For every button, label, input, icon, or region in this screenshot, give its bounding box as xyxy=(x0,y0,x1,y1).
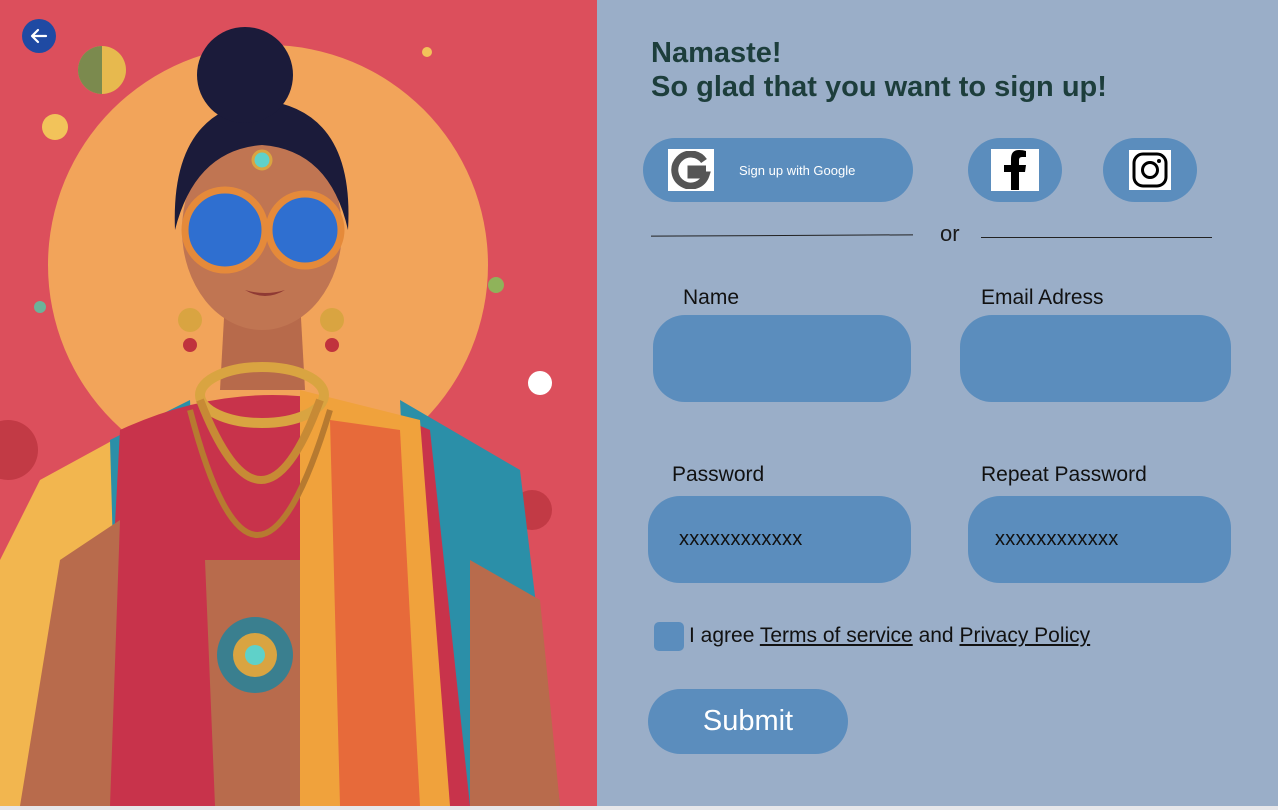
google-icon xyxy=(668,149,714,191)
password-input[interactable] xyxy=(648,496,911,583)
submit-button[interactable]: Submit xyxy=(648,689,848,754)
instagram-signup-button[interactable] xyxy=(1103,138,1197,202)
email-input[interactable] xyxy=(960,315,1231,402)
divider-line-right xyxy=(981,237,1212,238)
name-input[interactable] xyxy=(653,315,911,402)
name-label: Name xyxy=(683,286,740,309)
signup-panel: Namaste! So glad that you want to sign u… xyxy=(597,0,1278,806)
divider-line-left xyxy=(650,234,914,237)
greeting-heading: Namaste! So glad that you want to sign u… xyxy=(651,36,1107,104)
agree-checkbox[interactable] xyxy=(654,622,684,651)
repeat-password-input[interactable] xyxy=(968,496,1231,583)
privacy-policy-link[interactable]: Privacy Policy xyxy=(959,624,1090,647)
hero-illustration xyxy=(0,0,597,806)
password-label: Password xyxy=(672,463,765,486)
facebook-icon xyxy=(991,149,1039,191)
instagram-icon xyxy=(1129,150,1171,190)
greeting-line-1: Namaste! xyxy=(651,37,782,69)
google-signup-label: Sign up with Google xyxy=(739,162,856,178)
agreement-prefix: I agree xyxy=(689,624,755,647)
agreement-middle: and xyxy=(918,624,954,647)
terms-of-service-link[interactable]: Terms of service xyxy=(760,624,913,647)
email-label: Email Adress xyxy=(981,286,1104,309)
divider-or: or xyxy=(940,221,960,246)
facebook-signup-button[interactable] xyxy=(968,138,1062,202)
woman-illustration xyxy=(0,0,597,806)
greeting-line-2: So glad that you want to sign up! xyxy=(651,71,1107,103)
back-button[interactable] xyxy=(22,19,56,53)
arrow-left-icon xyxy=(30,28,48,44)
agreement-text: I agree Terms of service and Privacy Pol… xyxy=(689,624,1090,648)
google-signup-button[interactable]: Sign up with Google xyxy=(643,138,913,202)
repeat-password-label: Repeat Password xyxy=(981,463,1147,486)
